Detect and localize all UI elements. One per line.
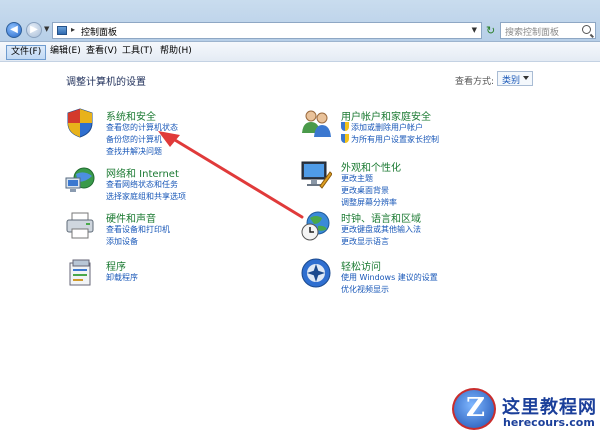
category-title[interactable]: 轻松访问 bbox=[341, 258, 381, 273]
uac-shield-icon bbox=[341, 134, 349, 143]
control-panel-content: 调整计算机的设置 查看方式: 类别 系统和安全 查看您的计算机状态 备份您的计算… bbox=[0, 62, 600, 433]
link-add-device[interactable]: 添加设备 bbox=[106, 236, 138, 247]
view-mode-label: 查看方式: bbox=[455, 77, 495, 87]
link-text: 添加或删除用户帐户 bbox=[351, 123, 423, 132]
link-screen-resolution[interactable]: 调整屏幕分辨率 bbox=[341, 197, 397, 208]
address-bar[interactable]: ▸ 控制面板 ▼ bbox=[52, 22, 482, 39]
menu-view[interactable]: 查看(V) bbox=[82, 45, 121, 60]
control-panel-icon bbox=[57, 26, 67, 35]
window-titlebar: ◀ ▶ ▼ ▸ 控制面板 ▼ ↻ 搜索控制面板 bbox=[0, 0, 600, 42]
history-dropdown-icon[interactable]: ▼ bbox=[44, 25, 49, 33]
chevron-down-icon bbox=[523, 76, 529, 80]
link-add-remove-accounts[interactable]: 添加或删除用户帐户 bbox=[341, 122, 423, 133]
category-title[interactable]: 用户帐户和家庭安全 bbox=[341, 108, 431, 123]
link-uninstall-program[interactable]: 卸载程序 bbox=[106, 272, 138, 283]
shield-icon[interactable] bbox=[64, 107, 96, 139]
category-title[interactable]: 硬件和声音 bbox=[106, 210, 156, 225]
breadcrumb-control-panel[interactable]: 控制面板 bbox=[81, 25, 117, 38]
menu-edit[interactable]: 编辑(E) bbox=[46, 45, 85, 60]
address-dropdown-icon[interactable]: ▼ bbox=[472, 26, 477, 34]
search-placeholder: 搜索控制面板 bbox=[505, 28, 560, 38]
watermark-url: herecours.com bbox=[503, 416, 595, 429]
watermark-letter: Z bbox=[466, 393, 485, 423]
uac-shield-icon bbox=[341, 122, 349, 131]
link-desktop-background[interactable]: 更改桌面背景 bbox=[341, 185, 389, 196]
refresh-icon[interactable]: ↻ bbox=[486, 24, 495, 37]
link-devices-printers[interactable]: 查看设备和打印机 bbox=[106, 224, 170, 235]
view-mode-value: 类别 bbox=[502, 76, 521, 86]
forward-button[interactable]: ▶ bbox=[26, 22, 42, 38]
printer-icon[interactable] bbox=[64, 210, 96, 242]
menu-help[interactable]: 帮助(H) bbox=[156, 45, 196, 60]
menu-file[interactable]: 文件(F) bbox=[6, 45, 47, 60]
watermark-logo-icon: Z bbox=[452, 388, 496, 430]
accessibility-icon[interactable] bbox=[300, 257, 332, 289]
search-icon[interactable] bbox=[582, 25, 591, 34]
category-title[interactable]: 时钟、语言和区域 bbox=[341, 210, 421, 225]
programs-icon[interactable] bbox=[64, 257, 96, 289]
link-text: 为所有用户设置家长控制 bbox=[351, 135, 439, 144]
category-title[interactable]: 外观和个性化 bbox=[341, 159, 401, 174]
view-mode-select[interactable]: 类别 bbox=[497, 71, 533, 86]
link-optimize-video[interactable]: 优化视频显示 bbox=[341, 284, 389, 295]
page-title: 调整计算机的设置 bbox=[66, 77, 146, 88]
menu-bar: 文件(F) 编辑(E) 查看(V) 工具(T) 帮助(H) bbox=[0, 42, 600, 62]
network-icon[interactable] bbox=[64, 164, 96, 196]
link-change-theme[interactable]: 更改主题 bbox=[341, 173, 373, 184]
link-change-input-method[interactable]: 更改键盘或其他输入法 bbox=[341, 224, 421, 235]
link-display-language[interactable]: 更改显示语言 bbox=[341, 236, 389, 247]
link-recommended-settings[interactable]: 使用 Windows 建议的设置 bbox=[341, 272, 438, 283]
link-parental-controls[interactable]: 为所有用户设置家长控制 bbox=[341, 134, 439, 145]
category-title[interactable]: 程序 bbox=[106, 258, 126, 273]
back-button[interactable]: ◀ bbox=[6, 22, 22, 38]
breadcrumb-chevron-icon[interactable]: ▸ bbox=[71, 25, 75, 34]
menu-tools[interactable]: 工具(T) bbox=[118, 45, 157, 60]
search-input[interactable]: 搜索控制面板 bbox=[500, 22, 596, 39]
annotation-arrow-icon bbox=[158, 131, 304, 219]
category-title[interactable]: 系统和安全 bbox=[106, 108, 156, 123]
